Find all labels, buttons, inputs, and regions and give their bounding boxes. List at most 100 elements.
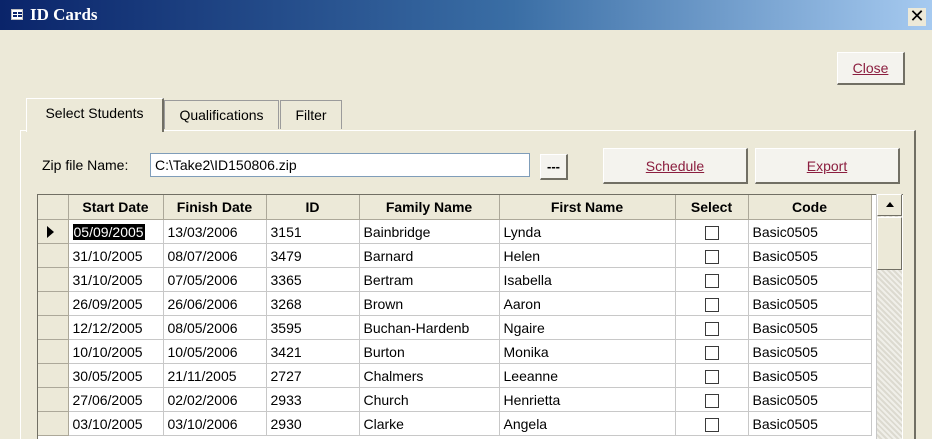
select-checkbox-cell[interactable] (675, 387, 749, 412)
table-cell[interactable]: 26/06/2006 (163, 291, 267, 316)
row-selector[interactable] (38, 243, 69, 268)
table-row[interactable]: 31/10/2005 07/05/2006 3365 Bertram Isabella B… (38, 267, 872, 292)
table-row[interactable]: 30/05/2005 21/11/2005 2727 Chalmers Leeanne B… (38, 363, 872, 388)
table-row[interactable]: 31/10/2005 08/07/2006 3479 Barnard Helen Basi… (38, 243, 872, 268)
tab-filter[interactable]: Filter (280, 100, 342, 129)
close-button[interactable]: Close (837, 52, 905, 85)
column-header[interactable]: Code (748, 195, 872, 220)
table-cell[interactable]: Henrietta (499, 387, 676, 412)
tab-select-students[interactable]: Select Students (26, 98, 164, 132)
table-cell[interactable]: 02/02/2006 (163, 387, 267, 412)
table-cell[interactable]: Monika (499, 339, 676, 364)
select-checkbox[interactable] (704, 369, 719, 384)
table-row[interactable]: 27/06/2005 02/02/2006 2933 Church Henrietta B… (38, 387, 872, 412)
table-cell[interactable]: 08/05/2006 (163, 315, 267, 340)
select-checkbox-cell[interactable] (675, 339, 749, 364)
table-cell[interactable]: 3365 (266, 267, 360, 292)
select-checkbox[interactable] (704, 273, 719, 288)
select-checkbox-cell[interactable] (675, 219, 749, 244)
table-cell[interactable]: 10/10/2005 (68, 339, 164, 364)
table-cell[interactable]: Basic0505 (748, 411, 872, 436)
column-header[interactable]: Select (675, 195, 749, 220)
select-checkbox-cell[interactable] (675, 243, 749, 268)
table-cell[interactable]: 3595 (266, 315, 360, 340)
select-checkbox-cell[interactable] (675, 363, 749, 388)
select-checkbox-cell[interactable] (675, 267, 749, 292)
row-selector[interactable] (38, 219, 69, 244)
table-cell[interactable]: Church (359, 387, 500, 412)
table-row[interactable]: 10/10/2005 10/05/2006 3421 Burton Monika Basi… (38, 339, 872, 364)
table-cell[interactable]: 31/10/2005 (68, 267, 164, 292)
select-checkbox[interactable] (704, 393, 719, 408)
row-selector[interactable] (38, 411, 69, 436)
table-cell[interactable]: 08/07/2006 (163, 243, 267, 268)
table-cell[interactable]: Basic0505 (748, 387, 872, 412)
table-cell[interactable]: 26/09/2005 (68, 291, 164, 316)
table-cell[interactable]: 3268 (266, 291, 360, 316)
table-cell[interactable]: 2727 (266, 363, 360, 388)
table-cell[interactable]: Helen (499, 243, 676, 268)
select-checkbox[interactable] (704, 345, 719, 360)
table-cell[interactable]: 03/10/2006 (163, 411, 267, 436)
table-cell[interactable]: Basic0505 (748, 267, 872, 292)
table-cell[interactable]: Basic0505 (748, 363, 872, 388)
table-cell[interactable]: Aaron (499, 291, 676, 316)
table-cell[interactable]: 3479 (266, 243, 360, 268)
column-header[interactable]: Start Date (68, 195, 164, 220)
table-cell[interactable]: 31/10/2005 (68, 243, 164, 268)
table-cell[interactable]: 3151 (266, 219, 360, 244)
table-cell[interactable]: 2933 (266, 387, 360, 412)
table-cell[interactable]: Angela (499, 411, 676, 436)
zip-file-input[interactable]: C:\Take2\ID150806.zip (150, 153, 530, 177)
table-cell[interactable]: Lynda (499, 219, 676, 244)
row-selector[interactable] (38, 291, 69, 316)
schedule-button[interactable]: Schedule (603, 148, 748, 184)
column-header[interactable]: Finish Date (163, 195, 267, 220)
table-cell[interactable]: Buchan-Hardenb (359, 315, 500, 340)
table-cell[interactable]: 21/11/2005 (163, 363, 267, 388)
table-cell[interactable]: 3421 (266, 339, 360, 364)
select-checkbox[interactable] (704, 417, 719, 432)
table-cell[interactable]: Basic0505 (748, 315, 872, 340)
table-cell[interactable]: Leeanne (499, 363, 676, 388)
table-cell[interactable]: 10/05/2006 (163, 339, 267, 364)
select-checkbox-cell[interactable] (675, 291, 749, 316)
row-selector[interactable] (38, 315, 69, 340)
column-header[interactable]: ID (266, 195, 360, 220)
table-cell[interactable]: Isabella (499, 267, 676, 292)
browse-button[interactable]: --- (540, 154, 568, 180)
export-button[interactable]: Export (755, 148, 900, 184)
table-cell[interactable]: Bainbridge (359, 219, 500, 244)
window-close-icon[interactable]: ✕ (908, 8, 926, 26)
table-row[interactable]: 03/10/2005 03/10/2006 2930 Clarke Angela Basi… (38, 411, 872, 436)
column-header[interactable]: First Name (499, 195, 676, 220)
vertical-scrollbar[interactable] (876, 194, 902, 439)
table-cell[interactable]: Brown (359, 291, 500, 316)
select-checkbox[interactable] (704, 321, 719, 336)
table-cell[interactable]: Basic0505 (748, 291, 872, 316)
table-row[interactable]: 05/09/2005 13/03/2006 3151 Bainbridge Lynda B… (38, 219, 872, 244)
select-checkbox[interactable] (704, 249, 719, 264)
table-cell[interactable]: 03/10/2005 (68, 411, 164, 436)
row-selector[interactable] (38, 267, 69, 292)
table-cell[interactable]: 2930 (266, 411, 360, 436)
column-header[interactable]: Family Name (359, 195, 500, 220)
row-selector-header[interactable] (38, 195, 69, 220)
table-cell[interactable]: Clarke (359, 411, 500, 436)
table-cell[interactable]: Basic0505 (748, 243, 872, 268)
table-cell[interactable]: 05/09/2005 (68, 219, 164, 244)
row-selector[interactable] (38, 387, 69, 412)
table-cell[interactable]: Basic0505 (748, 339, 872, 364)
table-cell[interactable]: 27/06/2005 (68, 387, 164, 412)
table-row[interactable]: 12/12/2005 08/05/2006 3595 Buchan-Hardenb Ng… (38, 315, 872, 340)
row-selector[interactable] (38, 363, 69, 388)
select-checkbox[interactable] (704, 297, 719, 312)
table-cell[interactable]: Burton (359, 339, 500, 364)
select-checkbox-cell[interactable] (675, 315, 749, 340)
table-cell[interactable]: Chalmers (359, 363, 500, 388)
tab-qualifications[interactable]: Qualifications (164, 100, 279, 129)
scroll-thumb[interactable] (877, 217, 902, 270)
scroll-up-icon[interactable] (877, 194, 902, 216)
select-checkbox[interactable] (704, 225, 719, 240)
table-cell[interactable]: 30/05/2005 (68, 363, 164, 388)
